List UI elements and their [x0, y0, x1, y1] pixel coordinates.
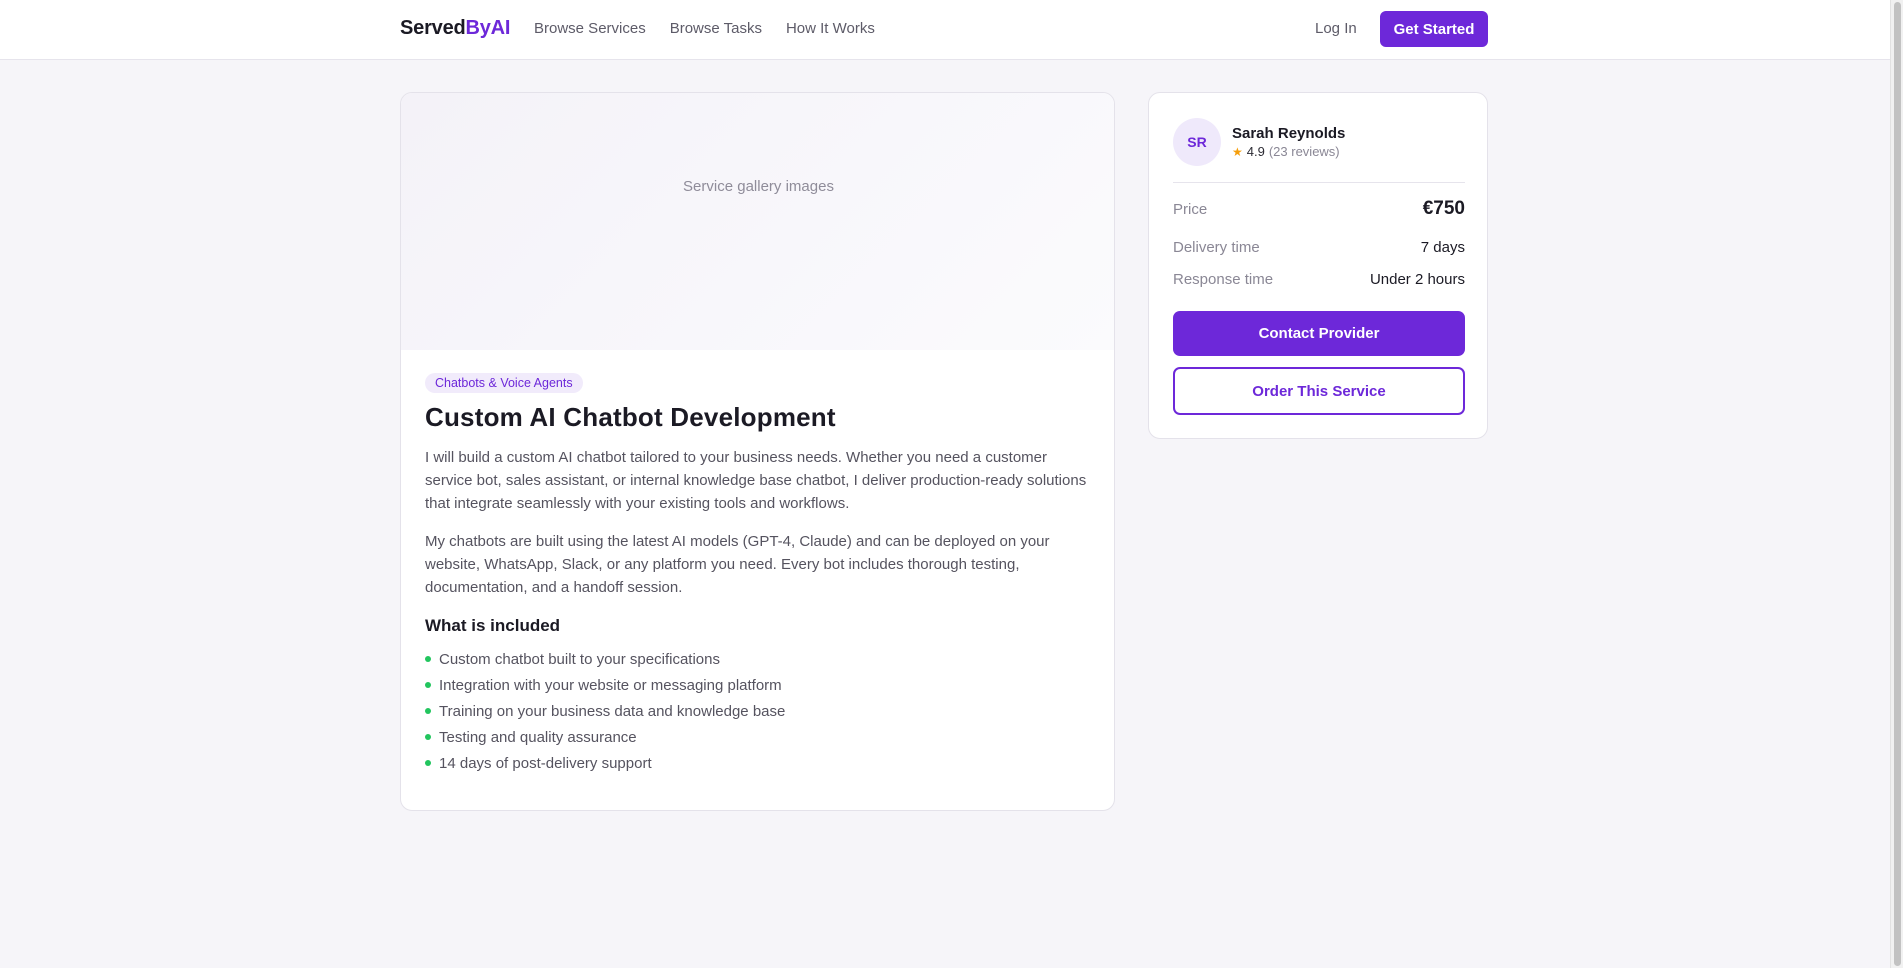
- bullet-dot-icon: [425, 708, 431, 714]
- page-scrollbar[interactable]: [1890, 0, 1903, 968]
- bullet-dot-icon: [425, 656, 431, 662]
- price-label: Price: [1173, 201, 1208, 218]
- service-gallery[interactable]: Service gallery images: [401, 93, 1114, 350]
- price-row: Price €750: [1173, 198, 1465, 220]
- delivery-label: Delivery time: [1173, 239, 1260, 256]
- price-value: €750: [1422, 198, 1465, 219]
- bullet-dot-icon: [425, 734, 431, 740]
- scrollbar-thumb[interactable]: [1894, 2, 1901, 966]
- gallery-placeholder-text: Service gallery images: [683, 178, 834, 195]
- delivery-row: Delivery time 7 days: [1173, 239, 1465, 256]
- service-detail-card: Service gallery images Chatbots & Voice …: [400, 92, 1115, 811]
- nav-browse-tasks[interactable]: Browse Tasks: [670, 20, 762, 37]
- included-list: Custom chatbot built to your specificati…: [425, 646, 785, 776]
- description-paragraph-2: My chatbots are built using the latest A…: [425, 533, 1050, 596]
- bullet-dot-icon: [425, 682, 431, 688]
- included-item: Integration with your website or messagi…: [425, 672, 785, 698]
- included-heading: What is included: [425, 616, 561, 635]
- bullet-dot-icon: [425, 760, 431, 766]
- rating-score: 4.9: [1246, 144, 1265, 159]
- description-paragraph-1: I will build a custom AI chatbot tailore…: [425, 449, 1087, 512]
- category-badge[interactable]: Chatbots & Voice Agents: [425, 373, 583, 393]
- divider: [1173, 182, 1465, 183]
- top-navigation-bar: ServedByAI Browse Services Browse Tasks …: [0, 0, 1890, 60]
- included-item: Testing and quality assurance: [425, 724, 785, 750]
- login-link[interactable]: Log In: [1315, 20, 1357, 37]
- included-item: 14 days of post-delivery support: [425, 750, 785, 776]
- star-icon: ★: [1232, 144, 1243, 159]
- included-item: Custom chatbot built to your specificati…: [425, 646, 785, 672]
- main-nav: Browse Services Browse Tasks How It Work…: [534, 20, 875, 37]
- order-sidebar-card: SR Sarah Reynolds ★ 4.9 (23 reviews) Pri…: [1148, 92, 1488, 439]
- provider-avatar[interactable]: SR: [1173, 118, 1221, 166]
- response-row: Response time Under 2 hours: [1173, 271, 1465, 288]
- provider-name[interactable]: Sarah Reynolds: [1232, 125, 1345, 142]
- response-value: Under 2 hours: [1369, 271, 1465, 288]
- order-service-button[interactable]: Order This Service: [1173, 367, 1465, 415]
- nav-how-it-works[interactable]: How It Works: [786, 20, 875, 37]
- site-logo[interactable]: ServedByAI: [400, 17, 510, 40]
- provider-rating: ★ 4.9 (23 reviews): [1232, 144, 1340, 159]
- get-started-button[interactable]: Get Started: [1380, 11, 1488, 47]
- included-item: Training on your business data and knowl…: [425, 698, 785, 724]
- nav-browse-services[interactable]: Browse Services: [534, 20, 646, 37]
- review-count: (23 reviews): [1268, 144, 1340, 159]
- delivery-value: 7 days: [1420, 239, 1465, 256]
- contact-provider-button[interactable]: Contact Provider: [1173, 311, 1465, 356]
- response-label: Response time: [1173, 271, 1274, 288]
- service-title: Custom AI Chatbot Development: [425, 402, 836, 432]
